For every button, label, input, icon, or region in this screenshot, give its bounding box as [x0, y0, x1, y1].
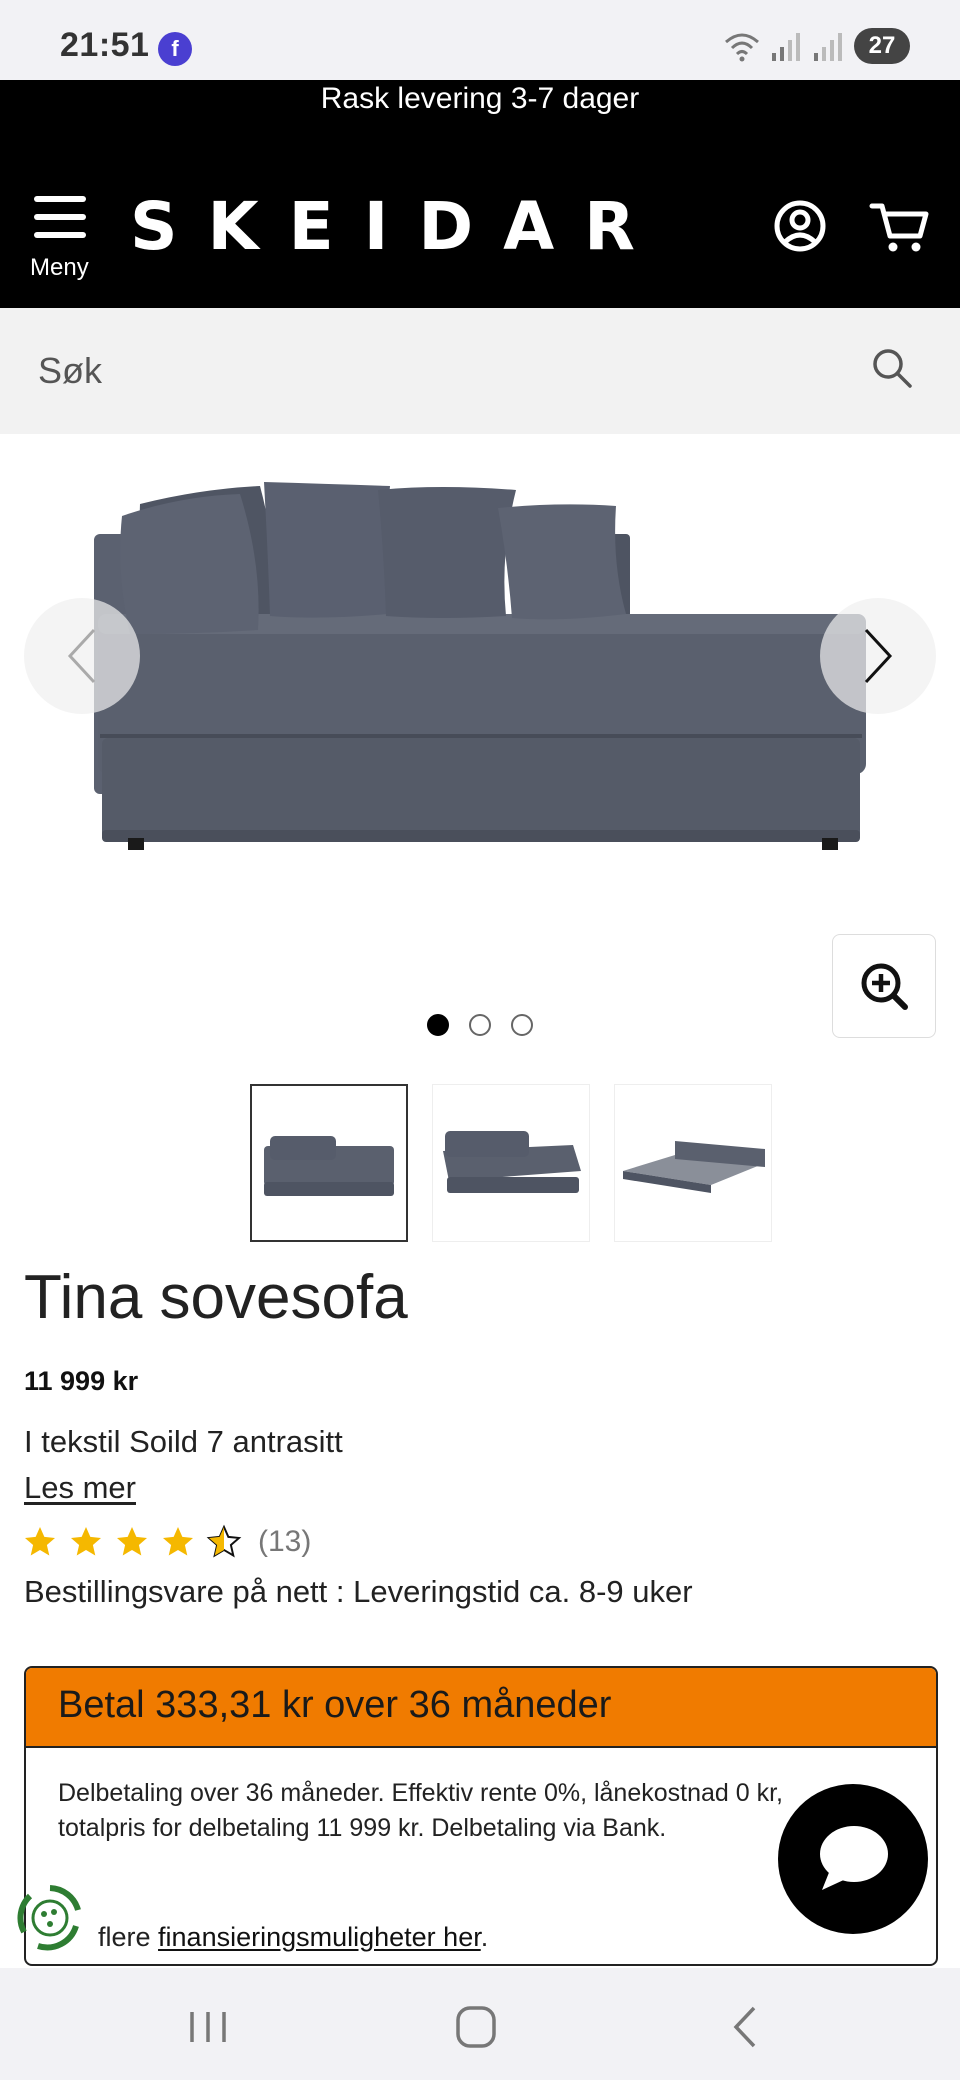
status-time: 21:51 [60, 26, 150, 64]
financing-more-prefix: flere [98, 1922, 159, 1952]
star-icon [71, 1527, 101, 1556]
carousel-dot-1[interactable] [427, 1014, 449, 1036]
availability-text: Bestillingsvare på nett : Leveringstid c… [24, 1574, 693, 1609]
battery-indicator: 27 [854, 28, 910, 64]
thumbnail-image [623, 1141, 765, 1193]
carousel-dots [0, 1014, 960, 1036]
system-nav-bar [0, 1968, 960, 2080]
status-icons: 27 [722, 28, 910, 64]
recent-apps-button[interactable] [178, 2002, 238, 2052]
review-count[interactable]: (13) [258, 1525, 311, 1559]
status-bar: 21:51 f 27 [0, 0, 960, 80]
product-variant: I tekstil Soild 7 antrasitt [24, 1424, 343, 1459]
search-bar [0, 308, 960, 434]
cart-icon[interactable] [868, 194, 932, 258]
menu-label: Meny [30, 254, 89, 281]
chat-bubble-icon [820, 1826, 888, 1890]
star-icon [163, 1527, 193, 1556]
financing-more-suffix: . [480, 1922, 489, 1952]
recycle-badge-icon[interactable] [14, 1882, 86, 1954]
site-header: Meny SKEIDAR [0, 130, 960, 308]
financing-terms: Delbetaling over 36 måneder. Effektiv re… [58, 1779, 783, 1842]
signal-icon [772, 33, 800, 61]
carousel-prev-button[interactable] [24, 598, 140, 714]
chevron-left-icon [67, 628, 96, 684]
signal-icon-2 [814, 33, 842, 61]
notification-app-icon: f [158, 32, 192, 66]
home-button[interactable] [446, 2002, 506, 2052]
chevron-right-icon [864, 628, 893, 684]
site-logo[interactable]: SKEIDAR [130, 188, 665, 265]
product-image-carousel [0, 434, 960, 1054]
product-price: 11 999 kr [24, 1366, 139, 1396]
search-icon[interactable] [868, 344, 916, 392]
star-icon [25, 1527, 55, 1556]
product-rating[interactable]: (13) [22, 1524, 311, 1560]
thumbnail-3[interactable] [614, 1084, 772, 1242]
product-title: Tina sovesofa [24, 1263, 408, 1332]
thumbnail-image [443, 1131, 581, 1193]
financing-header: Betal 333,31 kr over 36 måneder [26, 1668, 936, 1748]
carousel-next-button[interactable] [820, 598, 936, 714]
read-more-link[interactable]: Les mer [24, 1470, 136, 1506]
financing-options-link[interactable]: finansieringsmuligheter her [158, 1922, 481, 1952]
thumbnail-1[interactable] [250, 1084, 408, 1242]
star-icon [117, 1527, 147, 1556]
chat-button[interactable] [778, 1784, 928, 1934]
thumbnail-strip [250, 1084, 772, 1242]
thumbnail-2[interactable] [432, 1084, 590, 1242]
carousel-dot-3[interactable] [511, 1014, 533, 1036]
thumbnail-image [264, 1136, 394, 1196]
account-icon[interactable] [768, 194, 832, 258]
promo-banner: Rask levering 3-7 dager [0, 80, 960, 130]
hamburger-icon [28, 196, 86, 250]
back-button[interactable] [716, 2002, 776, 2052]
carousel-dot-2[interactable] [469, 1014, 491, 1036]
financing-more-text: flere finansieringsmuligheter her. [98, 1922, 488, 1953]
search-input[interactable] [38, 346, 858, 396]
half-star-icon [206, 1524, 242, 1558]
wifi-icon [725, 33, 759, 62]
product-image [94, 482, 866, 850]
